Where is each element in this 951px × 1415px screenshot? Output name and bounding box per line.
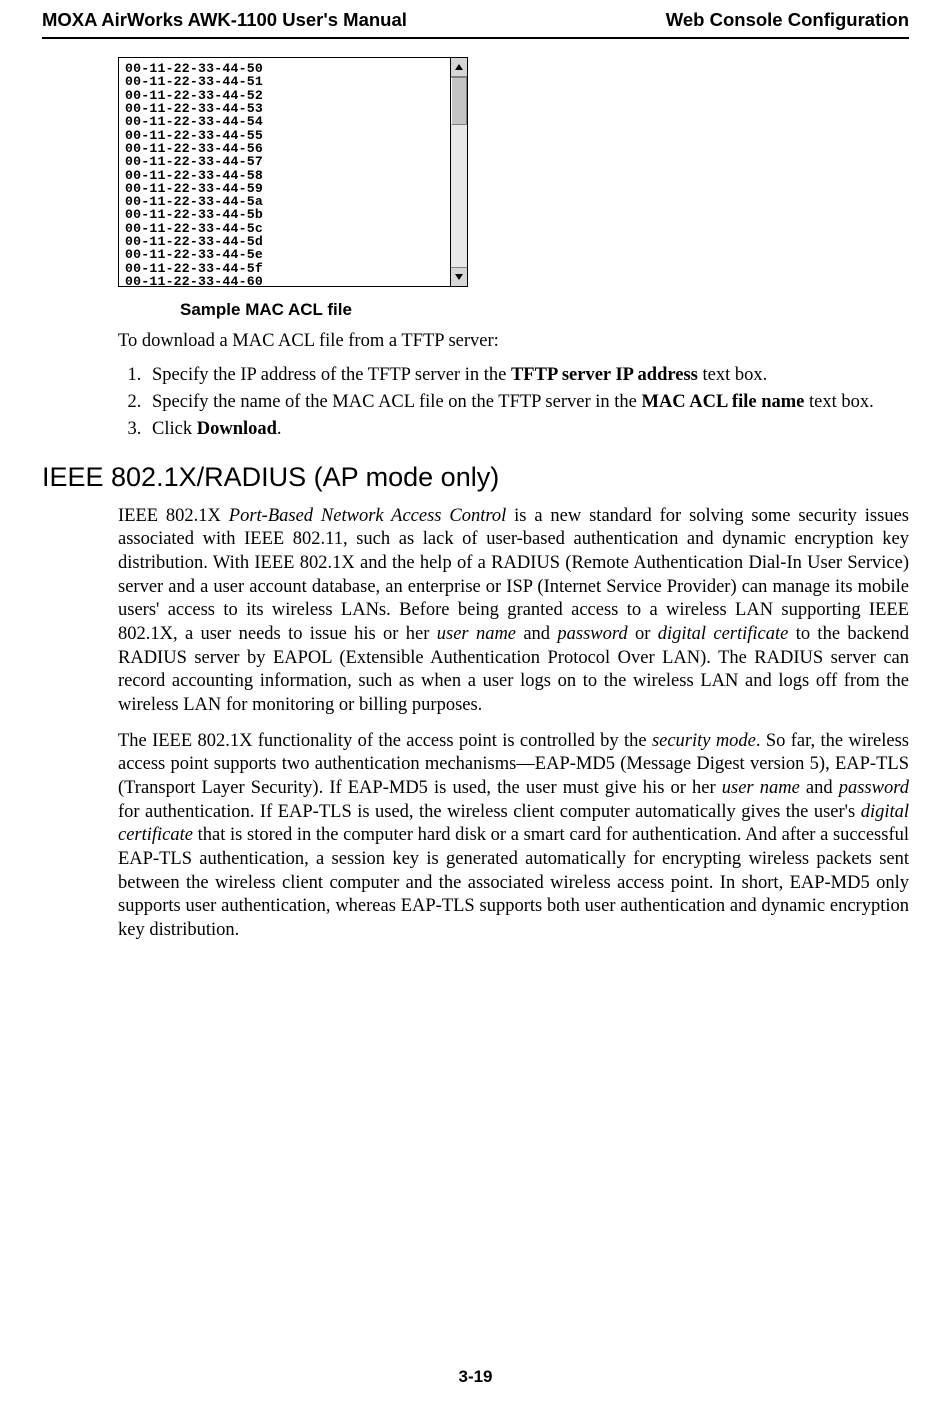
scrollbar[interactable] bbox=[450, 57, 468, 287]
scroll-track[interactable] bbox=[451, 77, 467, 267]
step-2-text-c: text box. bbox=[804, 392, 873, 412]
step-2: Specify the name of the MAC ACL file on … bbox=[146, 391, 909, 414]
header-left: MOXA AirWorks AWK-1100 User's Manual bbox=[42, 8, 407, 31]
p2-b: security mode bbox=[652, 731, 756, 751]
p1-d: user name bbox=[437, 624, 516, 644]
p2-a: The IEEE 802.1X functionality of the acc… bbox=[118, 731, 652, 751]
intro-text: To download a MAC ACL file from a TFTP s… bbox=[118, 330, 909, 353]
scroll-up-button[interactable] bbox=[451, 58, 467, 77]
scroll-down-button[interactable] bbox=[451, 267, 467, 286]
p1-g: or bbox=[628, 624, 658, 644]
p2-e: and bbox=[800, 778, 839, 798]
step-3-text-a: Click bbox=[152, 419, 197, 439]
step-1-text-a: Specify the IP address of the TFTP serve… bbox=[152, 365, 511, 385]
step-1: Specify the IP address of the TFTP serve… bbox=[146, 364, 909, 387]
p2-i: that is stored in the computer hard disk… bbox=[118, 825, 909, 940]
p1-e: and bbox=[516, 624, 557, 644]
mac-acl-listbox[interactable]: 00-11-22-33-44-50 00-11-22-33-44-51 00-1… bbox=[118, 57, 468, 287]
step-3: Click Download. bbox=[146, 418, 909, 441]
step-2-bold: MAC ACL file name bbox=[641, 392, 804, 412]
paragraph-1: IEEE 802.1X Port-Based Network Access Co… bbox=[118, 505, 909, 718]
step-2-text-a: Specify the name of the MAC ACL file on … bbox=[152, 392, 641, 412]
step-3-text-c: . bbox=[277, 419, 282, 439]
step-3-bold: Download bbox=[197, 419, 277, 439]
header-right: Web Console Configuration bbox=[666, 8, 909, 31]
step-1-bold: TFTP server IP address bbox=[511, 365, 698, 385]
p1-a: IEEE 802.1X bbox=[118, 506, 229, 526]
figure-caption: Sample MAC ACL file bbox=[180, 299, 909, 320]
paragraph-2: The IEEE 802.1X functionality of the acc… bbox=[118, 730, 909, 943]
page-number: 3-19 bbox=[0, 1366, 951, 1387]
arrow-up-icon bbox=[455, 64, 463, 70]
page-header: MOXA AirWorks AWK-1100 User's Manual Web… bbox=[42, 8, 909, 39]
p1-h: digital certificate bbox=[658, 624, 789, 644]
p2-g: for authentication. If EAP-TLS is used, … bbox=[118, 802, 861, 822]
p1-b: Port-Based Network Access Control bbox=[229, 506, 506, 526]
section-heading: IEEE 802.1X/RADIUS (AP mode only) bbox=[42, 461, 909, 495]
scroll-thumb[interactable] bbox=[451, 77, 467, 125]
arrow-down-icon bbox=[455, 274, 463, 280]
step-1-text-c: text box. bbox=[698, 365, 767, 385]
mac-acl-list-content: 00-11-22-33-44-50 00-11-22-33-44-51 00-1… bbox=[118, 57, 450, 287]
p1-f: password bbox=[557, 624, 627, 644]
p2-f: password bbox=[839, 778, 909, 798]
p2-d: user name bbox=[722, 778, 800, 798]
steps-list: Specify the IP address of the TFTP serve… bbox=[118, 364, 909, 441]
